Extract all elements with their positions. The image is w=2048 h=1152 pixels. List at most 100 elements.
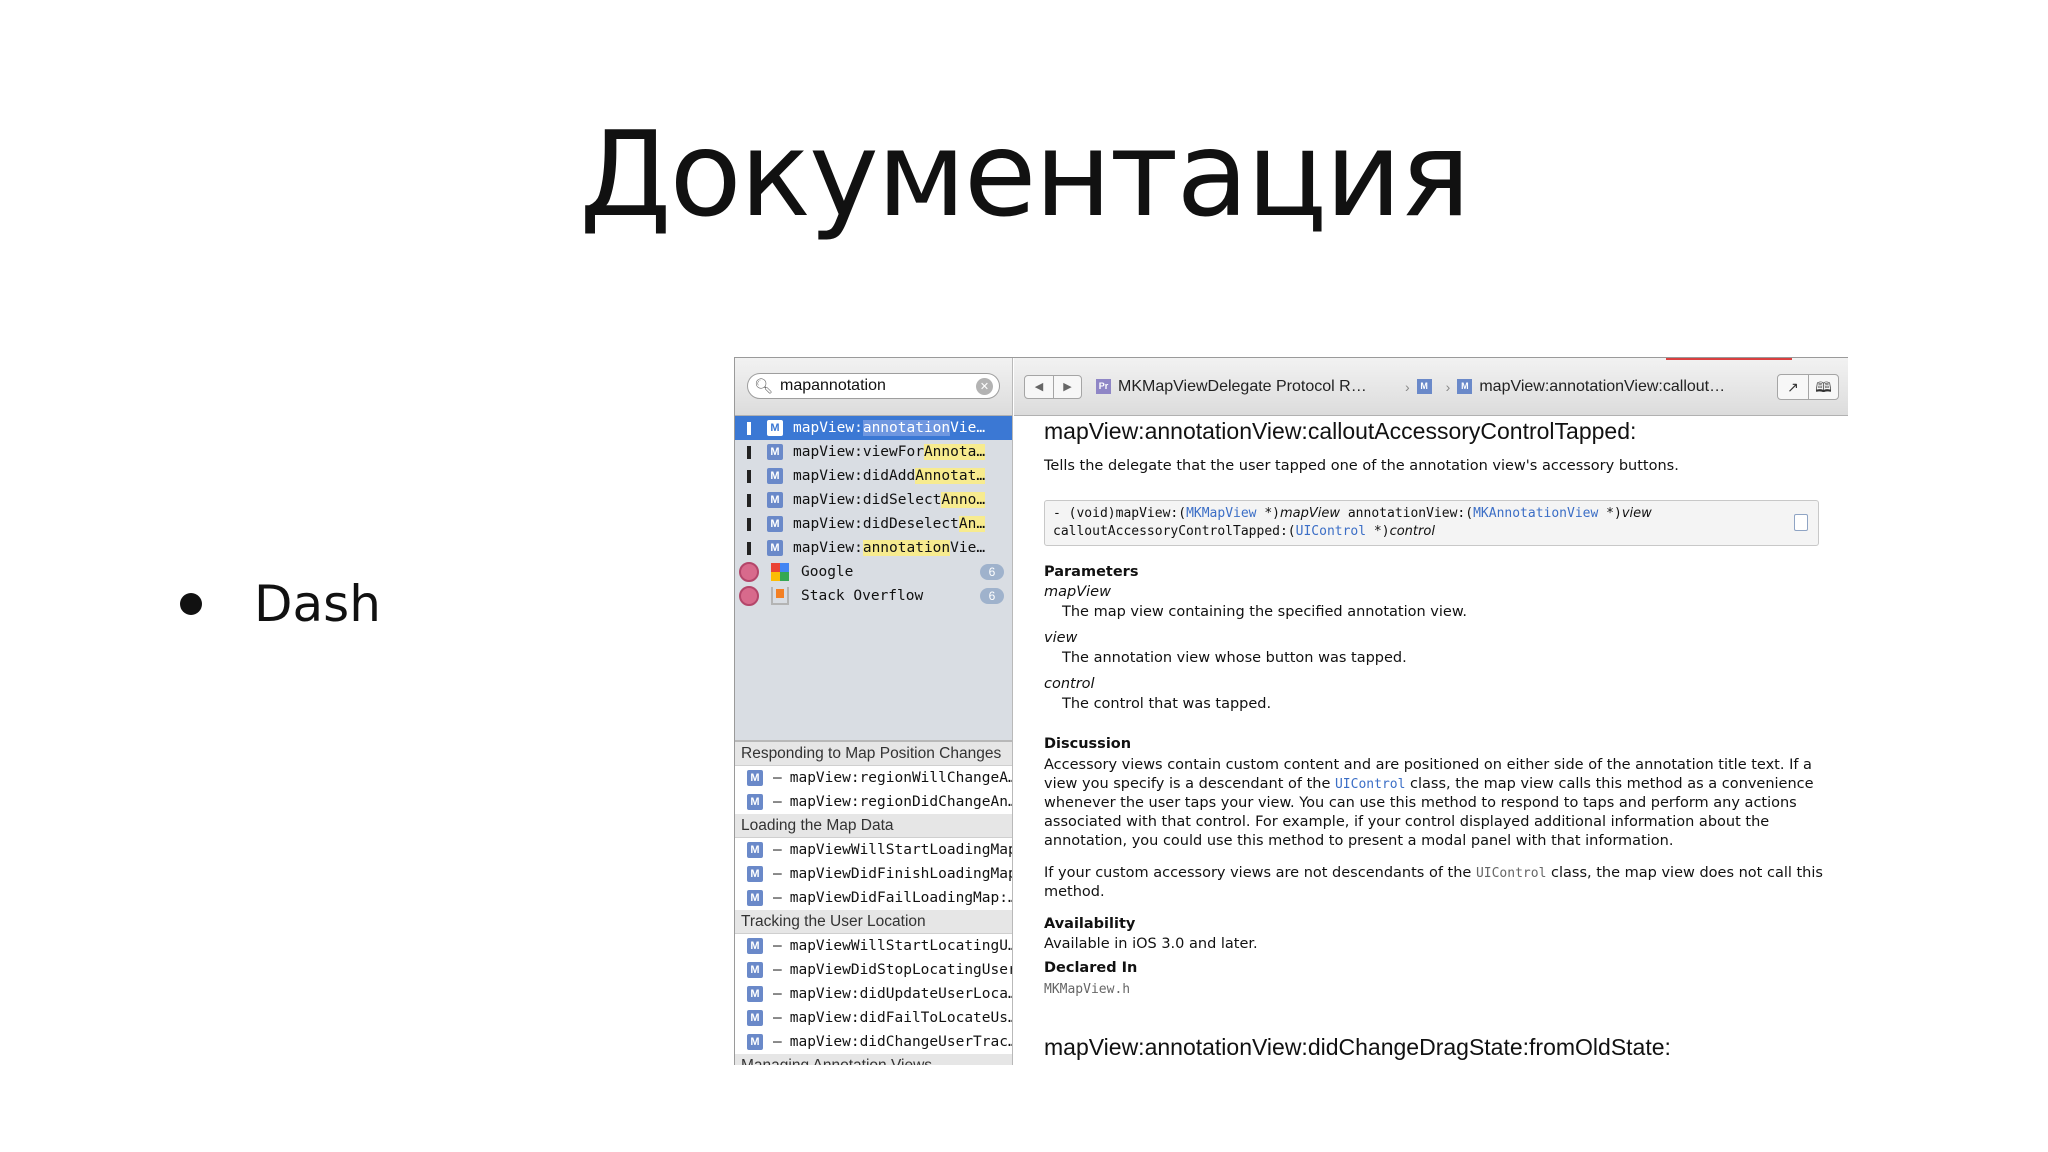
row-marker	[743, 445, 755, 459]
breadcrumb-protocol[interactable]: MKMapViewDelegate Protocol R…	[1118, 378, 1398, 396]
discussion-paragraph: If your custom accessory views are not d…	[1044, 865, 1823, 900]
method-icon: M	[747, 986, 763, 1002]
forward-button[interactable]: ▶	[1053, 375, 1081, 398]
toc-item[interactable]: M – mapView:didFailToLocateUs…	[735, 1006, 1012, 1030]
clear-search-icon[interactable]: ✕	[976, 377, 993, 395]
table-of-contents: Responding to Map Position Changes M – map…	[735, 740, 1012, 1065]
search-result-row[interactable]: M mapView:annotationView…	[735, 536, 1012, 560]
method-icon: M	[747, 866, 763, 882]
result-text: mapView:didDeselectAnn…	[793, 516, 993, 532]
method-icon: M	[747, 962, 763, 978]
row-marker	[743, 493, 755, 507]
toc-item[interactable]: M – mapViewDidStopLocatingUser:	[735, 958, 1012, 982]
book-icon[interactable]: 🕮︎	[1808, 374, 1838, 399]
history-nav: ◀ ▶	[1024, 374, 1082, 399]
next-method-title: mapView:annotationView:didChangeDragStat…	[1044, 1034, 1671, 1060]
param-name: view	[1044, 630, 1078, 646]
toc-section-header: Tracking the User Location	[735, 910, 1012, 934]
type-link[interactable]: UIControl	[1335, 777, 1405, 792]
search-results-list: M mapView:annotationView… M mapView:view…	[735, 416, 1012, 740]
param-description: The map view containing the specified an…	[1062, 604, 1467, 620]
method-abstract: Tells the delegate that the user tapped …	[1044, 458, 1679, 474]
row-marker	[743, 469, 755, 483]
declared-in-file: MKMapView.h	[1044, 982, 1131, 997]
protocol-icon: Pr	[1096, 379, 1111, 394]
type-link[interactable]: MKAnnotationView	[1473, 506, 1598, 521]
discussion-paragraph: Accessory views contain custom content a…	[1044, 757, 1814, 849]
stack-overflow-icon	[771, 587, 789, 605]
web-search-stack-overflow[interactable]: Stack Overflow 6	[735, 584, 1012, 608]
row-marker	[743, 541, 755, 555]
web-search-icon	[739, 586, 759, 606]
method-icon: M	[747, 794, 763, 810]
search-result-row[interactable]: M mapView:annotationView…	[735, 416, 1012, 440]
method-declaration: - (void)mapView:(MKMapView *)mapView ann…	[1044, 500, 1819, 546]
row-marker	[743, 517, 755, 531]
result-text: mapView:didAddAnnotati…	[793, 468, 993, 484]
availability-text: Available in iOS 3.0 and later.	[1044, 936, 1258, 952]
result-text: mapView:annotationView…	[793, 540, 993, 556]
toc-item[interactable]: M – mapView:regionDidChangeAn…	[735, 790, 1012, 814]
type-link[interactable]: MKMapView	[1186, 506, 1256, 521]
search-box[interactable]: 🔍︎ ✕	[747, 373, 1000, 399]
copy-icon[interactable]	[1794, 514, 1808, 531]
result-text: mapView:viewForAnnotat…	[793, 444, 993, 460]
method-title: mapView:annotationView:calloutAccessoryC…	[1044, 418, 1637, 444]
toc-section-header: Responding to Map Position Changes	[735, 742, 1012, 766]
search-bar: 🔍︎ ✕	[735, 358, 1012, 416]
inline-code: UIControl	[1475, 866, 1547, 881]
web-search-label: Google	[801, 564, 854, 580]
breadcrumb-method-group[interactable]: M	[1416, 379, 1432, 394]
toc-item[interactable]: M – mapViewDidFinishLoadingMap:	[735, 862, 1012, 886]
method-icon: M	[747, 770, 763, 786]
method-icon: M	[767, 420, 783, 436]
toc-item[interactable]: M – mapViewWillStartLoadingMap:	[735, 838, 1012, 862]
search-result-row[interactable]: M mapView:didDeselectAnn…	[735, 512, 1012, 536]
search-result-row[interactable]: M mapView:didAddAnnotati…	[735, 464, 1012, 488]
doc-toolbar: ◀ ▶ Pr MKMapViewDelegate Protocol R… › M…	[1014, 358, 1848, 416]
toc-item[interactable]: M – mapView:didChangeUserTrac…	[735, 1030, 1012, 1054]
web-search-label: Stack Overflow	[801, 588, 924, 604]
method-icon: M	[747, 1010, 763, 1026]
discussion-heading: Discussion	[1044, 736, 1132, 752]
param-description: The annotation view whose button was tap…	[1062, 650, 1407, 666]
method-icon: M	[767, 468, 783, 484]
param-description: The control that was tapped.	[1062, 696, 1272, 712]
doc-content: mapView:annotationView:calloutAccessoryC…	[1014, 418, 1848, 1061]
param-name: mapView	[1044, 584, 1111, 600]
toc-section-header: Loading the Map Data	[735, 814, 1012, 838]
type-link[interactable]: UIControl	[1296, 524, 1366, 539]
result-count-badge: 6	[980, 588, 1004, 604]
toc-item[interactable]: M – mapView:regionWillChangeA…	[735, 766, 1012, 790]
search-result-row[interactable]: M mapView:didSelectAnnot…	[735, 488, 1012, 512]
result-count-badge: 6	[980, 564, 1004, 580]
method-icon: M	[767, 516, 783, 532]
bullet-dot	[180, 593, 202, 615]
method-icon: M	[767, 540, 783, 556]
search-result-row[interactable]: M mapView:viewForAnnotat…	[735, 440, 1012, 464]
search-input[interactable]	[780, 377, 976, 395]
result-text: mapView:annotationView…	[793, 420, 993, 436]
web-search-icon	[739, 562, 759, 582]
availability-heading: Availability	[1044, 916, 1136, 932]
method-icon: M	[747, 1034, 763, 1050]
dash-app-window: 🔍︎ ✕ M mapView:annotationView… M mapView…	[734, 357, 1848, 1065]
param-name: control	[1044, 676, 1095, 692]
back-button[interactable]: ◀	[1025, 376, 1053, 398]
breadcrumb-separator-icon: ›	[1405, 378, 1410, 395]
open-in-browser-icon[interactable]: ↗	[1778, 375, 1808, 399]
web-search-google[interactable]: Google 6	[735, 560, 1012, 584]
method-icon: M	[747, 890, 763, 906]
method-icon: M	[767, 444, 783, 460]
toc-section-header: Managing Annotation Views	[735, 1054, 1012, 1065]
sidebar: 🔍︎ ✕ M mapView:annotationView… M mapView…	[735, 358, 1013, 1065]
toc-item[interactable]: M – mapView:didUpdateUserLoca…	[735, 982, 1012, 1006]
google-icon	[771, 563, 789, 581]
method-icon: M	[747, 842, 763, 858]
toc-item[interactable]: M – mapViewDidFailLoadingMap:…	[735, 886, 1012, 910]
toc-item[interactable]: M – mapViewWillStartLocatingU…	[735, 934, 1012, 958]
row-marker	[743, 421, 755, 435]
breadcrumb-method[interactable]: mapView:annotationView:callout…	[1479, 378, 1769, 396]
method-icon: M	[747, 938, 763, 954]
parameters-heading: Parameters	[1044, 564, 1139, 580]
